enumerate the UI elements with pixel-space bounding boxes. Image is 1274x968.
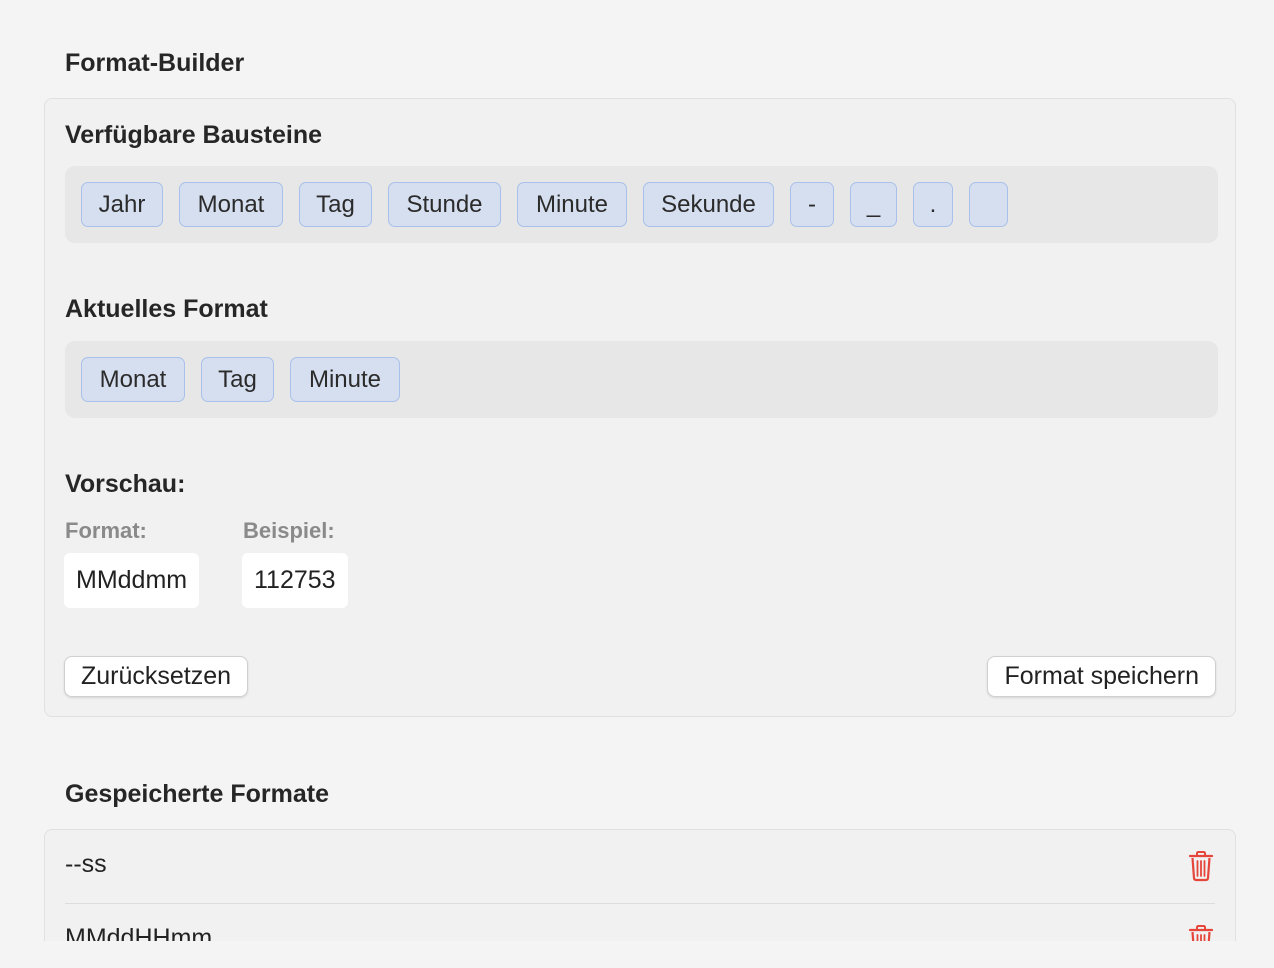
format-value: MMddmm — [64, 553, 200, 608]
example-label: Beispiel: — [243, 518, 335, 543]
saved-formats-list: --ss MMddHHmm — [44, 829, 1236, 949]
preview-title: Vorschau: — [65, 470, 186, 498]
saved-section-title: Gespeicherte Formate — [65, 780, 329, 808]
block-month-chip[interactable]: Monat — [179, 182, 283, 227]
block-day-chip[interactable]: Tag — [299, 182, 372, 227]
current-minute-chip[interactable]: Minute — [290, 357, 400, 402]
current-format-tray: Monat Tag Minute — [65, 341, 1218, 418]
scroll-clip — [0, 941, 1274, 968]
example-value: 112753 — [242, 553, 348, 608]
current-month-chip[interactable]: Monat — [81, 357, 185, 402]
saved-format-name: --ss — [65, 850, 107, 878]
block-space-chip[interactable] — [969, 182, 1008, 227]
save-format-button[interactable]: Format speichern — [987, 656, 1216, 697]
current-day-chip[interactable]: Tag — [201, 357, 274, 402]
block-second-chip[interactable]: Sekunde — [643, 182, 774, 227]
available-blocks-tray: Jahr Monat Tag Stunde Minute Sekunde - _… — [65, 166, 1218, 243]
trash-icon[interactable] — [1187, 850, 1215, 882]
block-minute-chip[interactable]: Minute — [517, 182, 627, 227]
format-builder-panel: Verfügbare Bausteine Jahr Monat Tag Stun… — [44, 98, 1236, 717]
block-hour-chip[interactable]: Stunde — [388, 182, 501, 227]
available-blocks-title: Verfügbare Bausteine — [65, 121, 323, 149]
list-item: --ss — [45, 830, 1235, 903]
block-dot-chip[interactable]: . — [913, 182, 953, 227]
block-hyphen-chip[interactable]: - — [790, 182, 834, 227]
format-label: Format: — [65, 518, 147, 543]
reset-button[interactable]: Zurücksetzen — [64, 656, 249, 697]
current-format-title: Aktuelles Format — [65, 295, 268, 323]
block-year-chip[interactable]: Jahr — [81, 182, 163, 227]
builder-section-title: Format-Builder — [65, 49, 245, 77]
block-underscore-chip[interactable]: _ — [850, 182, 897, 227]
